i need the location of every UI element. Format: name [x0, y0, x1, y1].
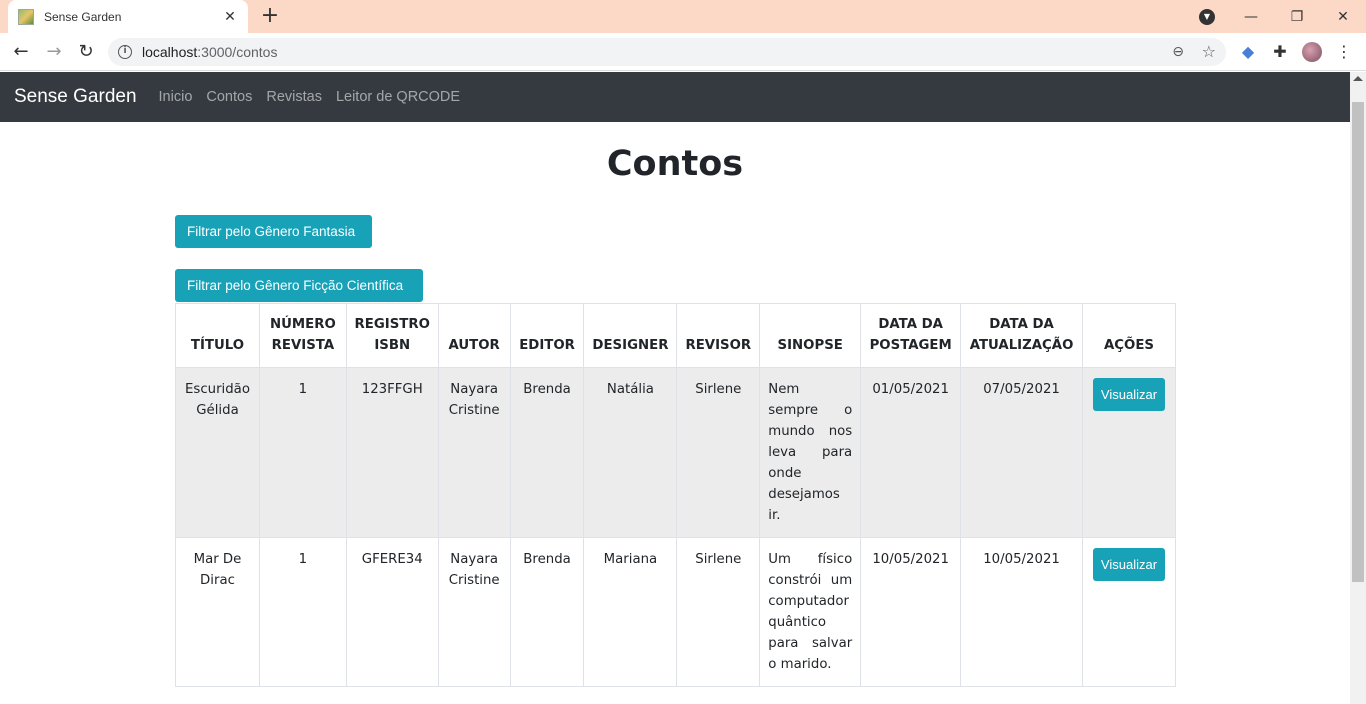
cell-titulo: Escuridão Gélida [175, 367, 260, 538]
reload-icon[interactable]: ↻ [75, 41, 97, 63]
browser-tab[interactable]: Sense Garden ✕ [8, 0, 248, 33]
browser-menu-icon[interactable]: ⋮ [1336, 41, 1352, 63]
site-info-icon[interactable]: i [118, 45, 132, 59]
header-autor: AUTOR [437, 303, 511, 368]
cell-acoes: Visualizar [1081, 537, 1177, 687]
cell-designer: Mariana [583, 537, 678, 687]
header-titulo: TÍTULO [175, 303, 260, 368]
cell-data-atualizacao: 07/05/2021 [960, 367, 1083, 538]
header-data-atualizacao: DATA DA ATUALIZAÇÃO [960, 303, 1083, 368]
window-controls: — ❐ ✕ [1228, 0, 1366, 33]
cell-designer: Natália [583, 367, 678, 538]
visualizar-button[interactable]: Visualizar [1092, 378, 1166, 411]
cell-registro-isbn: 123FFGH [345, 367, 439, 538]
page-title: Contos [606, 144, 744, 184]
header-acoes: AÇÕES [1081, 303, 1177, 368]
profile-avatar[interactable] [1302, 42, 1322, 62]
restore-icon[interactable]: ❐ [1274, 9, 1320, 25]
extension-icon[interactable]: ◆ [1238, 42, 1258, 62]
scroll-up-icon[interactable] [1353, 76, 1363, 81]
browser-toolbar: ← → ↻ i localhost:3000/contos ⊖ ☆ [0, 33, 1366, 71]
cell-registro-isbn: GFERE34 [345, 537, 439, 687]
nav-link-revistas[interactable]: Revistas [266, 89, 322, 105]
cell-autor: Nayara Cristine [437, 537, 511, 687]
cell-data-postagem: 10/05/2021 [860, 537, 962, 687]
filter-fantasia-button[interactable]: Filtrar pelo Gênero Fantasia [175, 215, 372, 248]
cell-data-atualizacao: 10/05/2021 [960, 537, 1083, 687]
nav-link-contos[interactable]: Contos [206, 89, 252, 105]
cell-titulo: Mar De Dirac [175, 537, 260, 687]
cell-acoes: Visualizar [1081, 367, 1177, 538]
back-icon[interactable]: ← [10, 41, 32, 63]
table-row: Mar De Dirac 1 GFERE34 Nayara Cristine B… [175, 537, 1177, 687]
zoom-icon[interactable]: ⊖ [1172, 44, 1184, 60]
new-tab-icon[interactable]: + [258, 4, 282, 28]
tab-search-icon[interactable]: ▼ [1199, 9, 1215, 25]
minimize-icon[interactable]: — [1228, 9, 1274, 25]
header-data-postagem: DATA DA POSTAGEM [860, 303, 962, 368]
header-revisor: REVISOR [676, 303, 761, 368]
browser-tab-strip: Sense Garden ✕ + ▼ — ❐ ✕ [0, 0, 1366, 33]
forward-icon[interactable]: → [43, 41, 65, 63]
puzzle-icon[interactable]: ✚ [1270, 42, 1290, 62]
header-sinopse: SINOPSE [759, 303, 862, 368]
url-path: :3000/contos [197, 44, 278, 60]
page-scrollbar[interactable] [1350, 72, 1366, 704]
tab-title: Sense Garden [44, 9, 122, 24]
cell-autor: Nayara Cristine [437, 367, 511, 538]
address-bar[interactable]: i localhost:3000/contos ⊖ ☆ [108, 38, 1226, 66]
nav-link-qrcode[interactable]: Leitor de QRCODE [336, 89, 460, 105]
filter-ficcao-button[interactable]: Filtrar pelo Gênero Ficção Científica [175, 269, 423, 302]
cell-data-postagem: 01/05/2021 [860, 367, 962, 538]
window-close-icon[interactable]: ✕ [1320, 9, 1366, 25]
cell-sinopse: Nem sempre o mundo nos leva para onde de… [759, 367, 862, 538]
cell-revisor: Sirlene [676, 367, 761, 538]
page-viewport: Sense Garden Inicio Contos Revistas Leit… [0, 72, 1350, 704]
header-designer: DESIGNER [583, 303, 678, 368]
cell-numero-revista: 1 [258, 537, 347, 687]
cell-sinopse: Um físico constrói um computador quântic… [759, 537, 862, 687]
header-registro-isbn: REGISTRO ISBN [345, 303, 439, 368]
bookmark-star-icon[interactable]: ☆ [1202, 42, 1216, 61]
table-header-row: TÍTULO NÚMERO REVISTA REGISTRO ISBN AUTO… [175, 303, 1177, 368]
cell-revisor: Sirlene [676, 537, 761, 687]
table-row: Escuridão Gélida 1 123FFGH Nayara Cristi… [175, 367, 1177, 538]
favicon-icon [18, 8, 34, 25]
cell-numero-revista: 1 [258, 367, 347, 538]
header-editor: EDITOR [509, 303, 585, 368]
scrollbar-thumb[interactable] [1352, 102, 1364, 582]
tab-close-icon[interactable]: ✕ [222, 9, 238, 25]
contos-table: TÍTULO NÚMERO REVISTA REGISTRO ISBN AUTO… [175, 303, 1177, 687]
visualizar-button[interactable]: Visualizar [1092, 548, 1166, 581]
nav-link-inicio[interactable]: Inicio [159, 89, 193, 105]
app-navbar: Sense Garden Inicio Contos Revistas Leit… [0, 72, 1350, 122]
cell-editor: Brenda [509, 537, 585, 687]
navbar-brand[interactable]: Sense Garden [14, 86, 137, 108]
header-numero-revista: NÚMERO REVISTA [258, 303, 347, 368]
cell-editor: Brenda [509, 367, 585, 538]
url-host: localhost [142, 44, 198, 60]
